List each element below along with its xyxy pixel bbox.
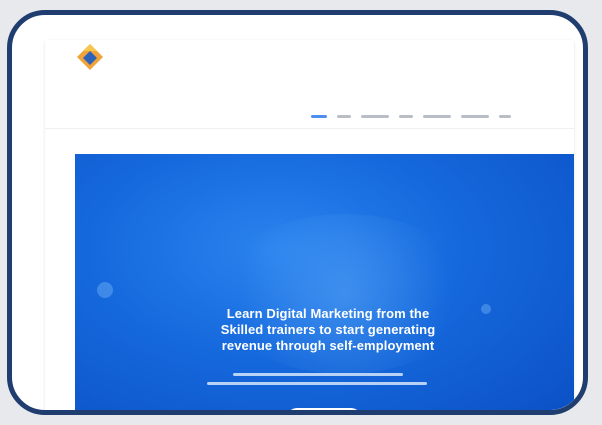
website-screenshot: Learn Digital Marketing from the Skilled… <box>45 40 574 410</box>
logo-icon[interactable] <box>75 42 105 72</box>
hero-subtitle-line <box>207 382 427 385</box>
hero-cta-button[interactable] <box>287 408 361 410</box>
hero-subtitle-line <box>233 373 403 376</box>
device-frame: Learn Digital Marketing from the Skilled… <box>7 10 588 415</box>
header-divider <box>45 128 574 129</box>
nav-item-about[interactable] <box>399 114 413 118</box>
nav-item-blog[interactable] <box>499 114 511 118</box>
decorative-dot <box>97 282 113 298</box>
decorative-dot <box>481 304 491 314</box>
hero-title-line: revenue through self-employment <box>221 337 435 353</box>
nav-item-2[interactable] <box>337 114 351 118</box>
nav-item-home[interactable] <box>311 114 327 118</box>
main-nav <box>311 110 511 122</box>
nav-item-5[interactable] <box>461 114 489 118</box>
hero-title-line: Learn Digital Marketing from the <box>226 305 430 321</box>
hero-banner: Learn Digital Marketing from the Skilled… <box>75 154 574 410</box>
nav-item-instructors[interactable] <box>423 114 451 118</box>
hero-title: Learn Digital Marketing from the Skilled… <box>193 306 463 354</box>
hero-title-line: Skilled trainers to start generating <box>220 321 436 337</box>
nav-item-all-courses[interactable] <box>361 114 389 118</box>
